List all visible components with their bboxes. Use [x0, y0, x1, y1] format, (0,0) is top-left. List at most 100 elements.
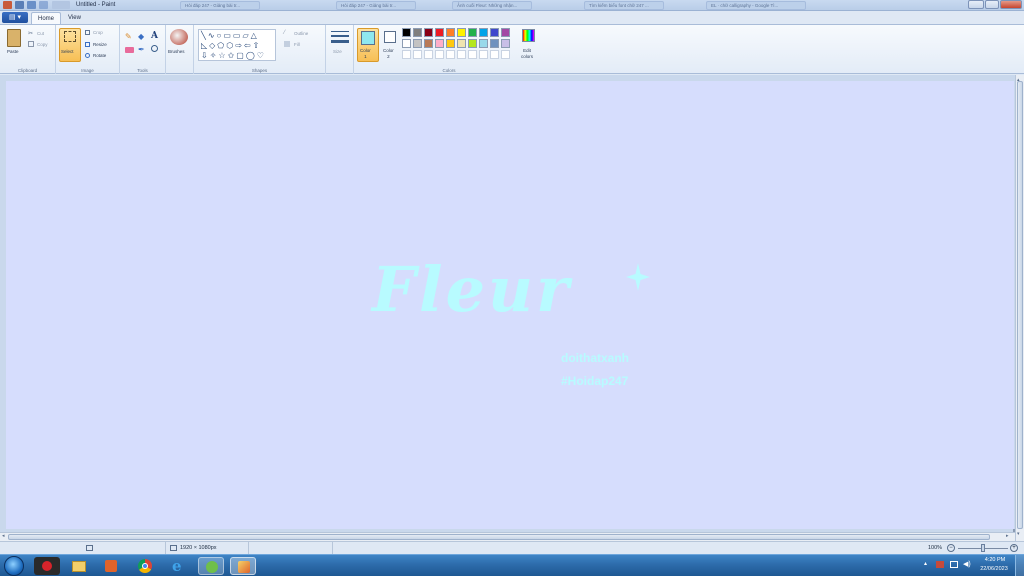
palette-swatch[interactable] — [413, 39, 422, 48]
quick-access-dropdown[interactable] — [52, 1, 70, 9]
palette-swatch[interactable] — [457, 50, 466, 59]
vertical-scrollbar[interactable]: ▴ ▾ — [1015, 75, 1024, 541]
scroll-down-icon[interactable]: ▾ — [1017, 531, 1020, 537]
palette-swatch[interactable] — [501, 39, 510, 48]
app-icon[interactable] — [198, 557, 224, 575]
palette-swatch[interactable] — [446, 39, 455, 48]
paint-icon[interactable] — [230, 557, 256, 575]
palette-swatch[interactable] — [413, 50, 422, 59]
background-tab[interactable]: Ảnh cuối Fleur: Những nhận... — [452, 1, 532, 10]
close-button[interactable] — [1000, 0, 1022, 9]
tab-home[interactable]: Home — [31, 12, 62, 24]
undo-icon[interactable] — [27, 1, 36, 9]
file-explorer-icon[interactable] — [66, 557, 92, 575]
crop-icon[interactable] — [85, 30, 90, 35]
rotate-button[interactable]: Rotate — [93, 53, 106, 58]
palette-swatch[interactable] — [468, 28, 477, 37]
save-icon[interactable] — [15, 1, 24, 9]
file-menu-button[interactable]: ▤ ▾ — [2, 12, 28, 23]
palette-swatch[interactable] — [424, 50, 433, 59]
clock-date[interactable]: 22/06/2023 — [976, 566, 1012, 572]
show-desktop-button[interactable] — [1015, 555, 1024, 576]
palette-swatch[interactable] — [424, 28, 433, 37]
palette-swatch[interactable] — [490, 50, 499, 59]
palette-swatch[interactable] — [446, 28, 455, 37]
drawing-canvas[interactable]: Fleur doithatxanh #Hoidap247 — [6, 81, 1014, 529]
scroll-right-icon[interactable]: ▸ — [1006, 533, 1009, 539]
palette-swatch[interactable] — [479, 39, 488, 48]
copy-button[interactable]: Copy — [37, 42, 48, 47]
shapes-row-2[interactable]: ◺◇⬠⬡⇨⇦⇧ — [201, 41, 261, 50]
garena-icon[interactable] — [34, 557, 60, 575]
fill-icon[interactable] — [284, 41, 290, 47]
palette-swatch[interactable] — [490, 28, 499, 37]
palette-swatch[interactable] — [435, 28, 444, 37]
palette-swatch[interactable] — [435, 50, 444, 59]
crop-button[interactable]: Crop — [93, 30, 103, 35]
palette-swatch[interactable] — [457, 39, 466, 48]
shapes-row-3[interactable]: ⇩✧☆✩▢◯♡ — [201, 51, 266, 60]
color2-swatch[interactable] — [384, 31, 396, 43]
horizontal-scrollbar[interactable]: ◂ ▸ — [0, 532, 1015, 541]
background-tab[interactable]: Hỏi đáp 247 - Giảng bài tr... — [336, 1, 416, 10]
palette-swatch[interactable] — [413, 28, 422, 37]
horizontal-scroll-thumb[interactable] — [8, 534, 990, 540]
zoom-slider-thumb[interactable] — [981, 544, 985, 552]
palette-swatch[interactable] — [479, 28, 488, 37]
brushes-label[interactable]: Brushes — [168, 49, 185, 54]
palette-swatch[interactable] — [402, 28, 411, 37]
text-tool-icon[interactable]: A — [151, 31, 158, 41]
resize-icon[interactable] — [85, 42, 90, 47]
eraser-icon[interactable] — [125, 47, 134, 53]
color-picker-icon[interactable]: ✒ — [138, 45, 145, 54]
show-hidden-icons[interactable]: ▴ — [924, 560, 927, 567]
start-orb-icon[interactable] — [4, 556, 24, 576]
tab-view[interactable]: View — [62, 12, 87, 24]
palette-swatch[interactable] — [490, 39, 499, 48]
palette-swatch[interactable] — [457, 28, 466, 37]
shapes-row-1[interactable]: ╲∿○▭▭▱△ — [201, 31, 259, 40]
edit-colors-icon[interactable] — [522, 29, 535, 42]
maximize-button[interactable] — [985, 0, 999, 9]
internet-explorer-icon[interactable]: e — [166, 557, 192, 575]
palette-swatch[interactable] — [424, 39, 433, 48]
color2-label[interactable]: Color 2 — [383, 48, 394, 60]
palette-swatch[interactable] — [479, 50, 488, 59]
palette-swatch[interactable] — [435, 39, 444, 48]
size-button[interactable]: Size — [333, 49, 342, 54]
palette-swatch[interactable] — [501, 28, 510, 37]
palette-swatch[interactable] — [402, 50, 411, 59]
brush-icon[interactable] — [170, 29, 188, 45]
network-icon[interactable] — [950, 561, 958, 568]
copy-icon[interactable] — [28, 41, 34, 47]
background-tab[interactable]: Tìm kiếm biểu font chữ 247 ... — [584, 1, 664, 10]
media-player-icon[interactable] — [98, 557, 124, 575]
palette-swatch[interactable] — [402, 39, 411, 48]
scroll-left-icon[interactable]: ◂ — [2, 533, 5, 539]
paint-app-icon[interactable] — [3, 1, 12, 9]
magnifier-icon[interactable] — [151, 45, 158, 52]
cut-button[interactable]: Cut — [37, 31, 44, 36]
zoom-in-button[interactable]: + — [1010, 544, 1018, 552]
resize-button[interactable]: Resize — [93, 42, 107, 47]
zoom-out-button[interactable]: − — [947, 544, 955, 552]
palette-swatch[interactable] — [446, 50, 455, 59]
volume-icon[interactable]: ◀) — [963, 560, 971, 568]
pencil-icon[interactable]: ✎ — [125, 32, 132, 41]
palette-swatch[interactable] — [501, 50, 510, 59]
palette-swatch[interactable] — [468, 50, 477, 59]
fill-button[interactable]: Fill — [294, 42, 300, 47]
background-tab[interactable]: Hỏi đáp 247 - Giảng bài tr... — [180, 1, 260, 10]
vertical-scroll-thumb[interactable] — [1017, 81, 1023, 529]
palette-swatch[interactable] — [468, 39, 477, 48]
paste-label[interactable]: Paste — [7, 49, 19, 54]
clock-time[interactable]: 4:20 PM — [980, 557, 1010, 563]
minimize-button[interactable] — [968, 0, 984, 9]
chrome-icon[interactable] — [132, 557, 158, 575]
redo-icon[interactable] — [39, 1, 48, 9]
background-tab[interactable]: EL · chữ calligraphy - Google Tì... — [706, 1, 806, 10]
paste-icon[interactable] — [7, 29, 21, 47]
cut-icon[interactable]: ✂ — [28, 30, 33, 37]
action-center-icon[interactable] — [936, 561, 944, 568]
rotate-icon[interactable] — [85, 53, 90, 58]
